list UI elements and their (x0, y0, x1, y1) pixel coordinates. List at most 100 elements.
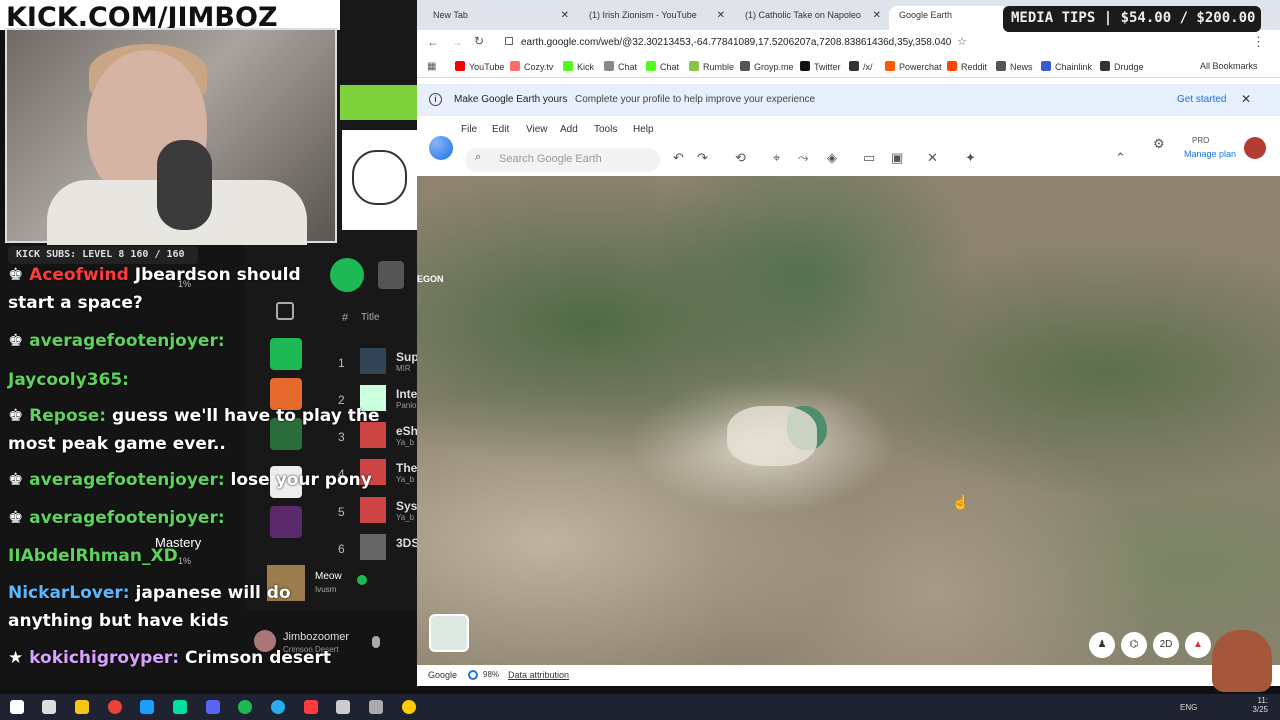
forward-icon[interactable]: → (451, 35, 463, 49)
liked-check-icon[interactable] (357, 575, 367, 585)
progress-label: 1% (178, 279, 192, 289)
tilt-icon[interactable]: ⌬ (1121, 632, 1147, 658)
redo-icon[interactable]: ↷ (697, 150, 708, 166)
menu-kebab-icon[interactable]: ⋮ (1252, 34, 1265, 50)
chat-message: Jaycooly365: (8, 370, 129, 390)
apps-icon[interactable]: ▦ (427, 61, 436, 72)
spotify-icon[interactable] (238, 700, 252, 714)
task-view-icon[interactable] (42, 700, 56, 714)
info-banner: i Make Google Earth yours Complete your … (417, 84, 1280, 116)
layer-thumbnail[interactable] (429, 614, 469, 652)
tools-icon[interactable]: ✕ (927, 150, 938, 166)
chevron-up-icon[interactable]: ⌃ (1115, 150, 1126, 166)
earth-toolbar: File Edit View Add Tools Help Search Goo… (417, 116, 1280, 176)
manage-plan-link[interactable]: Manage plan (1184, 149, 1236, 159)
tab-youtube-2[interactable]: (1) Catholic Take on Napoleo ✕ (735, 6, 887, 30)
bookmark-powerchat[interactable]: Powerchat (885, 61, 942, 72)
bookmark-icon[interactable] (270, 338, 302, 370)
menu-file[interactable]: File (461, 124, 477, 135)
chainlink-icon (1041, 61, 1051, 71)
close-icon[interactable]: ✕ (717, 10, 725, 21)
discord-icon[interactable] (206, 700, 220, 714)
app-icon[interactable] (173, 700, 187, 714)
star-icon[interactable]: ☆ (957, 35, 967, 48)
language-indicator[interactable]: ENG (1180, 703, 1197, 712)
info-title: Make Google Earth yours (454, 94, 568, 105)
bookmark-youtube[interactable]: YouTube (455, 61, 504, 72)
history-icon[interactable]: ⟲ (735, 150, 746, 166)
menu-edit[interactable]: Edit (492, 124, 509, 135)
windows-start-icon[interactable] (10, 700, 24, 714)
placemark-icon[interactable]: ⌖ (773, 150, 780, 166)
get-started-link[interactable]: Get started (1177, 94, 1226, 105)
bookmark-drudge[interactable]: Drudge (1100, 61, 1144, 72)
bookmark-chat-2[interactable]: Chat (646, 61, 679, 72)
image-icon[interactable]: ▣ (891, 150, 903, 166)
file-explorer-icon[interactable] (75, 700, 89, 714)
menu-view[interactable]: View (526, 124, 548, 135)
search-input[interactable]: Search Google Earth (465, 148, 660, 172)
back-icon[interactable]: ← (427, 35, 439, 49)
tab-youtube[interactable]: (1) Irish Zionism - YouTube ✕ (579, 6, 731, 30)
clock[interactable]: 11: 3/25 (1252, 696, 1268, 714)
bookmark-twitter[interactable]: Twitter (800, 61, 841, 72)
map-footer: Google 98% Data attribution (417, 665, 1280, 686)
compass-icon[interactable]: ▲ (1185, 632, 1211, 658)
bookmark-chainlink[interactable]: Chainlink (1041, 61, 1092, 72)
undo-icon[interactable]: ↶ (673, 150, 684, 166)
close-icon[interactable]: ✕ (873, 10, 881, 21)
app-icon[interactable] (369, 700, 383, 714)
bookmark-reddit[interactable]: Reddit (947, 61, 987, 72)
path-icon[interactable]: ⤳ (798, 150, 808, 166)
bookmark-cozy[interactable]: Cozy.tv (510, 61, 553, 72)
menu-tools[interactable]: Tools (594, 124, 617, 135)
layers-icon[interactable]: ◈ (827, 150, 837, 166)
menu-help[interactable]: Help (633, 124, 654, 135)
app-icon[interactable] (336, 700, 350, 714)
gear-icon[interactable]: ⚙ (1153, 136, 1165, 152)
folder-icon[interactable] (276, 302, 294, 320)
webcam-feed (5, 28, 337, 245)
site-info-icon[interactable] (505, 37, 513, 45)
app-icon[interactable] (304, 700, 318, 714)
gemini-icon[interactable]: ✦ (965, 150, 976, 166)
bookmark-x[interactable]: /x/ (849, 61, 873, 72)
playlist-thumb[interactable] (270, 506, 302, 538)
chrome-icon[interactable] (108, 700, 122, 714)
data-attribution-link[interactable]: Data attribution (508, 670, 569, 680)
obs-icon[interactable] (402, 700, 416, 714)
google-earth-logo-icon[interactable] (429, 136, 453, 160)
chat-message: start a space? (8, 293, 143, 313)
play-button[interactable] (330, 258, 364, 292)
close-icon[interactable]: ✕ (1241, 92, 1251, 106)
progress-label: 1% (178, 556, 192, 566)
youtube-icon (455, 61, 465, 71)
bookmark-kick[interactable]: Kick (563, 61, 594, 72)
telegram-icon[interactable] (271, 700, 285, 714)
tab-google-earth[interactable]: Google Earth (889, 6, 1009, 30)
chat-icon (646, 61, 656, 71)
bookmark-groyp[interactable]: Groyp.me (740, 61, 794, 72)
green-banner (340, 85, 417, 120)
url-field[interactable]: earth.google.com/web/@32.30213453,-64.77… (521, 34, 951, 52)
chat-message: ♚ averagefootenjoyer: (8, 508, 225, 528)
bookmark-rumble[interactable]: Rumble (689, 61, 734, 72)
pegman-icon[interactable]: ♟ (1089, 632, 1115, 658)
tab-new[interactable]: New Tab ✕ (423, 6, 575, 30)
bookmark-chat[interactable]: Chat (604, 61, 637, 72)
toggle-2d-button[interactable]: 2D (1153, 632, 1179, 658)
microphone-icon[interactable] (372, 636, 380, 648)
measure-icon[interactable]: ▭ (863, 150, 875, 166)
kick-url-banner: KICK.COM/JIMBOZ (0, 0, 340, 30)
close-icon[interactable]: ✕ (561, 10, 569, 21)
steam-icon[interactable] (140, 700, 154, 714)
satellite-map[interactable]: EGON ☝ ♟ ⌬ 2D ▲ (417, 176, 1280, 665)
bookmark-news[interactable]: News (996, 61, 1033, 72)
taskbar: ENG 11: 3/25 (0, 694, 1280, 720)
all-bookmarks[interactable]: All Bookmarks (1200, 61, 1258, 71)
chat-message: ★ kokichigroyper: Crimson desert (8, 648, 332, 668)
search-icon[interactable] (378, 261, 404, 289)
avatar[interactable] (1244, 137, 1266, 159)
reload-icon[interactable]: ↻ (474, 34, 484, 48)
menu-add[interactable]: Add (560, 124, 578, 135)
